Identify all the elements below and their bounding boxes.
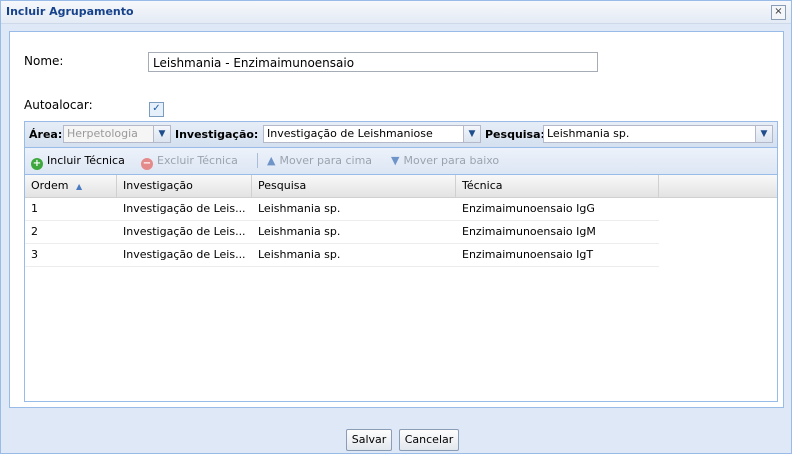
mover-cima-label: Mover para cima	[279, 154, 373, 167]
cell-pesquisa: Leishmania sp.	[258, 248, 341, 261]
area-label: Área:	[29, 128, 63, 141]
incluir-tecnica-button[interactable]: + Incluir Técnica	[31, 154, 125, 170]
dialog-title: Incluir Agrupamento	[6, 5, 134, 18]
column-header-ordem[interactable]: Ordem ▲	[25, 175, 117, 197]
mover-cima-button[interactable]: ▲ Mover para cima	[267, 154, 372, 167]
table-row[interactable]: 2 Investigação de Leis... Leishmania sp.…	[25, 221, 659, 244]
cell-investigacao: Investigação de Leis...	[123, 248, 246, 261]
column-header-tecnica[interactable]: Técnica	[456, 175, 659, 197]
grid-header: Ordem ▲ Investigação Pesquisa Técnica	[25, 175, 777, 198]
toolbar-separator	[257, 153, 258, 168]
cell-pesquisa: Leishmania sp.	[258, 202, 341, 215]
autoalocar-checkbox[interactable]: ✓	[149, 102, 164, 117]
dialog-titlebar[interactable]: Incluir Agrupamento ×	[1, 1, 791, 24]
cell-tecnica: Enzimaimunoensaio IgM	[462, 225, 596, 238]
area-value: Herpetologia	[67, 127, 138, 140]
dialog-footer: Salvar Cancelar	[1, 413, 791, 453]
pesquisa-combo[interactable]: Leishmania sp. ▼	[543, 125, 773, 143]
cell-ordem: 1	[31, 202, 38, 215]
cell-tecnica: Enzimaimunoensaio IgG	[462, 202, 595, 215]
checkmark-icon: ✓	[152, 103, 161, 114]
chevron-down-icon[interactable]: ▼	[153, 126, 170, 142]
investigacao-label: Investigação:	[175, 128, 259, 141]
cell-investigacao: Investigação de Leis...	[123, 225, 246, 238]
remove-icon: −	[141, 158, 153, 170]
add-icon: +	[31, 158, 43, 170]
chevron-down-icon[interactable]: ▼	[755, 126, 772, 142]
mover-baixo-button[interactable]: ▼ Mover para baixo	[391, 154, 499, 167]
cell-tecnica: Enzimaimunoensaio IgT	[462, 248, 594, 261]
table-row[interactable]: 3 Investigação de Leis... Leishmania sp.…	[25, 244, 659, 267]
excluir-tecnica-button[interactable]: − Excluir Técnica	[141, 154, 238, 170]
sort-ascending-icon: ▲	[75, 182, 83, 191]
cell-ordem: 3	[31, 248, 38, 261]
arrow-up-icon: ▲	[267, 154, 276, 167]
dialog-body: Nome: Leishmania - Enzimaimunoensaio Aut…	[9, 31, 784, 408]
pesquisa-label: Pesquisa:	[485, 128, 545, 141]
cell-investigacao: Investigação de Leis...	[123, 202, 246, 215]
pesquisa-value: Leishmania sp.	[547, 127, 630, 140]
chevron-down-icon[interactable]: ▼	[463, 126, 480, 142]
cancelar-button[interactable]: Cancelar	[399, 429, 459, 451]
filter-bar: Área: Herpetologia ▼ Investigação: Inves…	[25, 122, 777, 148]
cell-ordem: 2	[31, 225, 38, 238]
investigacao-value: Investigação de Leishmaniose	[267, 127, 433, 140]
investigacao-combo[interactable]: Investigação de Leishmaniose ▼	[263, 125, 481, 143]
nome-input[interactable]: Leishmania - Enzimaimunoensaio	[148, 52, 598, 72]
excluir-tecnica-label: Excluir Técnica	[157, 154, 238, 167]
mover-baixo-label: Mover para baixo	[403, 154, 500, 167]
salvar-button[interactable]: Salvar	[346, 429, 392, 451]
cell-pesquisa: Leishmania sp.	[258, 225, 341, 238]
arrow-down-icon: ▼	[391, 154, 400, 167]
table-row[interactable]: 1 Investigação de Leis... Leishmania sp.…	[25, 198, 659, 221]
column-header-pesquisa[interactable]: Pesquisa	[252, 175, 456, 197]
grid-toolbar: + Incluir Técnica − Excluir Técnica ▲ Mover…	[25, 148, 777, 175]
autoalocar-label: Autoalocar:	[24, 98, 93, 112]
nome-label: Nome:	[24, 54, 64, 68]
incluir-tecnica-label: Incluir Técnica	[47, 154, 125, 167]
dialog-window: Incluir Agrupamento × Nome: Leishmania -…	[0, 0, 792, 454]
column-header-investigacao[interactable]: Investigação	[117, 175, 252, 197]
area-combo[interactable]: Herpetologia ▼	[63, 125, 171, 143]
tecnicas-grid: Área: Herpetologia ▼ Investigação: Inves…	[24, 121, 778, 402]
close-icon[interactable]: ×	[771, 5, 786, 20]
